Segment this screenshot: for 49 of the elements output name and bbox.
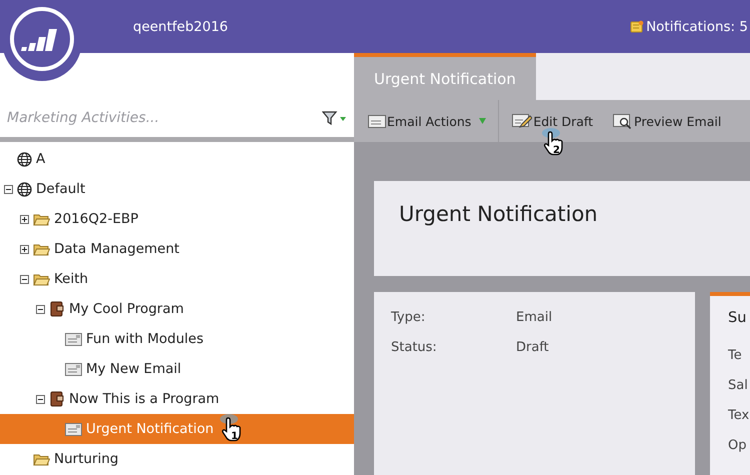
field-label: Op	[728, 438, 748, 455]
search-field[interactable]: Marketing Activities...	[4, 106, 322, 130]
account-name: qeentfeb2016	[133, 18, 228, 34]
toolbar-button[interactable]: Preview Email	[603, 100, 732, 142]
card-heading: Su	[728, 310, 748, 326]
folder-icon	[33, 242, 50, 256]
filter-icon[interactable]	[322, 110, 346, 126]
program-icon	[49, 301, 65, 317]
program-icon	[49, 391, 65, 407]
email-title: Urgent Notification	[399, 202, 598, 226]
expand-icon[interactable]	[20, 214, 31, 224]
email-icon	[65, 332, 82, 346]
globe-icon	[17, 182, 32, 196]
caret-icon	[479, 118, 486, 124]
toolbar-button[interactable]: Edit Draft	[502, 100, 604, 142]
collapse-icon[interactable]	[36, 304, 47, 314]
tree-item[interactable]: A	[0, 144, 354, 174]
notifications-link[interactable]: Notifications: 5	[630, 18, 750, 34]
edit-icon	[512, 114, 532, 128]
field-label: Sal	[728, 378, 749, 395]
tree-item[interactable]: Now This is a Program	[0, 384, 354, 414]
menu-button[interactable]: Email Actions	[354, 100, 500, 142]
tree-item[interactable]: My Cool Program	[0, 294, 354, 324]
preview-icon	[613, 114, 634, 128]
email-icon	[368, 114, 386, 128]
collapse-icon[interactable]	[20, 274, 31, 284]
folder-icon	[33, 212, 50, 226]
field-label: Tex	[728, 408, 750, 425]
collapse-icon[interactable]	[36, 394, 47, 404]
tree-item[interactable]: Keith	[0, 264, 354, 294]
field-label: Type:	[391, 310, 426, 327]
email-icon	[65, 422, 82, 436]
tree-item[interactable]: 2016Q2-EBP	[0, 204, 354, 234]
tree-item[interactable]: Data Management	[0, 234, 354, 264]
folder-icon	[33, 272, 50, 286]
globe-icon	[17, 152, 32, 166]
field-value: Email	[516, 310, 552, 327]
expand-icon[interactable]	[20, 244, 31, 254]
tree-item[interactable]: Nurturing	[0, 444, 354, 474]
field-label: Status:	[391, 340, 438, 357]
folder-icon	[33, 452, 50, 466]
note-icon	[630, 20, 644, 34]
tree-item[interactable]: My New Email	[0, 354, 354, 384]
collapse-icon[interactable]	[4, 184, 15, 194]
field-value: Draft	[516, 340, 549, 357]
email-icon	[65, 362, 82, 376]
tree-item[interactable]: Fun with Modules	[0, 324, 354, 354]
field-label: Te	[728, 348, 743, 365]
tree-item[interactable]: Default	[0, 174, 354, 204]
